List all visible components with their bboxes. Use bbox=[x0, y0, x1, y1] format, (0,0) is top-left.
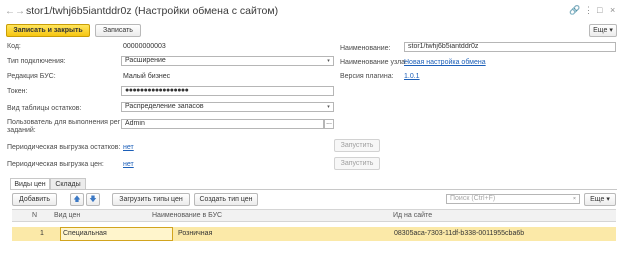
plugin-version-link[interactable]: 1.0.1 bbox=[404, 72, 420, 81]
user-select-button[interactable]: ... bbox=[324, 119, 334, 129]
stock-table-type-label: Вид таблицы остатков: bbox=[7, 105, 82, 112]
link-icon[interactable]: 🔗 bbox=[569, 5, 580, 16]
periodic-price-label: Периодическая выгрузка цен: bbox=[7, 161, 104, 168]
more-button[interactable]: Еще ▾ bbox=[589, 24, 617, 37]
search-placeholder: Поиск (Ctrl+F) bbox=[450, 195, 496, 202]
connection-type-value: Расширение bbox=[125, 57, 166, 64]
code-value: 00000000003 bbox=[123, 43, 166, 50]
site-id-cell[interactable]: 08305aca-7303-11df-b338-0011955cba6b bbox=[394, 230, 524, 237]
chevron-down-icon[interactable]: ▾ bbox=[324, 103, 333, 111]
row-number: 1 bbox=[40, 230, 44, 237]
token-input[interactable]: ●●●●●●●●●●●●●●●●● bbox=[121, 86, 334, 96]
stock-table-type-value: Распределение запасов bbox=[125, 103, 204, 110]
periodic-stock-link[interactable]: нет bbox=[123, 143, 134, 152]
stock-table-type-select[interactable]: Распределение запасов ▾ bbox=[121, 102, 334, 112]
node-name-link[interactable]: Новая настройка обмена bbox=[404, 58, 486, 67]
code-label: Код: bbox=[7, 43, 21, 50]
window-title: stor1/twhj6b5iantddr0z (Настройки обмена… bbox=[26, 5, 279, 17]
add-button[interactable]: Добавить bbox=[12, 193, 57, 206]
create-price-type-button[interactable]: Создать тип цен bbox=[194, 193, 258, 206]
column-header-bus-name[interactable]: Наименование в БУС bbox=[152, 212, 222, 219]
name-input[interactable]: stor1/twhj6b5iantddr0z bbox=[404, 42, 616, 52]
column-header-n[interactable]: N bbox=[32, 212, 37, 219]
more-label: Еще bbox=[590, 196, 605, 203]
table-header: N Вид цен Наименование в БУС Ид на сайте bbox=[12, 209, 616, 222]
periodic-stock-label: Периодическая выгрузка остатков: bbox=[7, 144, 121, 151]
name-label: Наименование: bbox=[340, 45, 391, 52]
forward-icon[interactable]: → bbox=[15, 6, 25, 17]
more-label: Еще bbox=[593, 27, 608, 34]
token-label: Токен: bbox=[7, 88, 28, 95]
move-up-icon[interactable]: 🡅 bbox=[70, 193, 84, 206]
chevron-down-icon: ▾ bbox=[609, 27, 613, 34]
column-header-site-id[interactable]: Ид на сайте bbox=[393, 212, 432, 219]
plugin-version-label: Версия плагина: bbox=[340, 73, 394, 80]
connection-type-label: Тип подключения: bbox=[7, 58, 66, 65]
save-and-close-button[interactable]: Записать и закрыть bbox=[6, 24, 90, 37]
table-more-button[interactable]: Еще ▾ bbox=[584, 193, 616, 206]
run-stock-export-button[interactable]: Запустить bbox=[334, 139, 380, 152]
search-input[interactable]: Поиск (Ctrl+F) × bbox=[446, 194, 580, 204]
move-down-icon[interactable]: 🡇 bbox=[86, 193, 100, 206]
more-vertical-icon[interactable]: ⋮ bbox=[584, 5, 593, 16]
maximize-icon[interactable]: □ bbox=[597, 5, 602, 15]
close-icon[interactable]: × bbox=[610, 5, 615, 15]
tabs-divider bbox=[10, 189, 617, 190]
user-input[interactable]: Admin bbox=[121, 119, 324, 129]
run-price-export-button[interactable]: Запустить bbox=[334, 157, 380, 170]
price-type-cell[interactable]: Специальная bbox=[63, 230, 107, 237]
chevron-down-icon[interactable]: ▾ bbox=[324, 57, 333, 65]
bus-name-cell[interactable]: Розничная bbox=[178, 230, 212, 237]
connection-type-select[interactable]: Расширение ▾ bbox=[121, 56, 334, 66]
clear-icon[interactable]: × bbox=[570, 195, 579, 203]
table-row[interactable]: 1 Специальная Розничная 08305aca-7303-11… bbox=[12, 227, 616, 241]
column-header-price-type[interactable]: Вид цен bbox=[54, 212, 80, 219]
load-price-types-button[interactable]: Загрузить типы цен bbox=[112, 193, 190, 206]
back-icon[interactable]: ← bbox=[5, 6, 15, 17]
user-label-line2: заданий: bbox=[7, 127, 36, 134]
save-button[interactable]: Записать bbox=[95, 24, 141, 37]
bus-edition-label: Редакция БУС: bbox=[7, 73, 56, 80]
node-name-label: Наименование узла: bbox=[340, 59, 408, 66]
bus-edition-value: Малый бизнес bbox=[123, 73, 171, 80]
periodic-price-link[interactable]: нет bbox=[123, 160, 134, 169]
chevron-down-icon: ▾ bbox=[606, 196, 610, 203]
